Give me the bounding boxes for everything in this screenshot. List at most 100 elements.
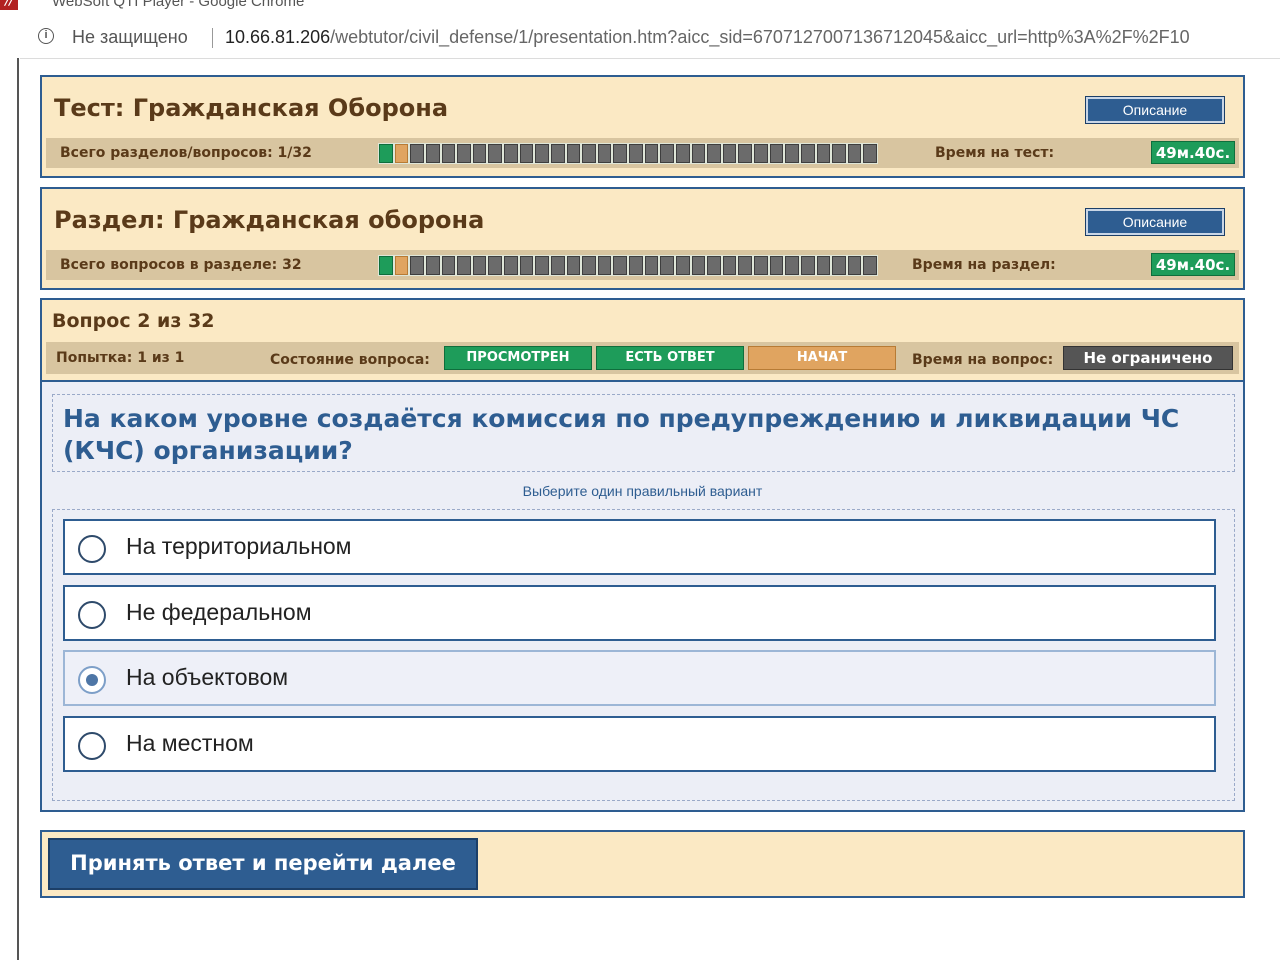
progress-segment bbox=[488, 256, 502, 275]
progress-segment bbox=[566, 256, 581, 275]
progress-segment bbox=[832, 144, 846, 163]
question-body: На каком уровне создаётся комиссия по пр… bbox=[42, 380, 1243, 810]
progress-segment bbox=[504, 144, 518, 163]
progress-segment bbox=[535, 256, 549, 275]
answer-option[interactable]: Не федеральном bbox=[63, 585, 1216, 641]
radio-button-checked[interactable] bbox=[78, 666, 106, 694]
progress-segment bbox=[613, 256, 627, 275]
progress-segment bbox=[785, 144, 799, 163]
test-time-label: Время на тест: bbox=[935, 145, 1055, 161]
progress-segment bbox=[472, 256, 487, 275]
progress-segment bbox=[863, 144, 877, 163]
progress-segment bbox=[754, 144, 768, 163]
section-progress-label: Всего вопросов в разделе: 32 bbox=[60, 257, 302, 273]
app-logo-icon: // bbox=[0, 0, 18, 10]
answer-label: Не федеральном bbox=[126, 599, 312, 625]
progress-segment bbox=[754, 256, 768, 275]
progress-segment bbox=[738, 256, 752, 275]
state-started-badge: НАЧАТ bbox=[748, 346, 896, 370]
progress-segment bbox=[441, 144, 456, 163]
test-panel: Тест: Гражданская Оборона Описание Всего… bbox=[40, 75, 1245, 178]
progress-segment bbox=[691, 256, 706, 275]
state-answered-badge: ЕСТЬ ОТВЕТ bbox=[596, 346, 744, 370]
progress-segment bbox=[504, 256, 518, 275]
test-progress-label: Всего разделов/вопросов: 1/32 bbox=[60, 145, 312, 161]
test-description-button[interactable]: Описание bbox=[1085, 96, 1225, 124]
progress-segment bbox=[597, 144, 612, 163]
progress-segment bbox=[582, 256, 596, 275]
url-host: 10.66.81.206 bbox=[225, 27, 331, 47]
progress-segment bbox=[519, 256, 534, 275]
address-bar[interactable]: i Не защищено 10.66.81.206/webtutor/civi… bbox=[20, 18, 1280, 59]
progress-segment bbox=[535, 144, 549, 163]
progress-segment bbox=[457, 144, 471, 163]
progress-segment bbox=[800, 144, 815, 163]
progress-segment bbox=[785, 256, 799, 275]
question-status-bar: Попытка: 1 из 1 Состояние вопроса: ПРОСМ… bbox=[46, 342, 1239, 374]
radio-button[interactable] bbox=[78, 732, 106, 760]
progress-segment bbox=[816, 144, 831, 163]
progress-segment bbox=[863, 256, 877, 275]
question-panel: Вопрос 2 из 32 Попытка: 1 из 1 Состояние… bbox=[40, 298, 1245, 812]
answer-option[interactable]: На территориальном bbox=[63, 519, 1216, 575]
progress-segment bbox=[722, 144, 737, 163]
progress-segment bbox=[410, 144, 424, 163]
progress-segment bbox=[660, 256, 674, 275]
url-text[interactable]: 10.66.81.206/webtutor/civil_defense/1/pr… bbox=[225, 27, 1190, 48]
question-number: Вопрос 2 из 32 bbox=[52, 310, 215, 332]
address-separator bbox=[212, 28, 213, 48]
window-left-edge bbox=[17, 58, 19, 960]
progress-segment bbox=[441, 256, 456, 275]
security-label[interactable]: Не защищено bbox=[72, 27, 188, 48]
attempt-label: Попытка: 1 из 1 bbox=[56, 350, 185, 366]
progress-segment bbox=[660, 144, 674, 163]
info-icon[interactable]: i bbox=[38, 28, 54, 44]
question-text-box: На каком уровне создаётся комиссия по пр… bbox=[52, 394, 1235, 472]
question-time-label: Время на вопрос: bbox=[912, 352, 1054, 368]
progress-segment bbox=[644, 144, 659, 163]
progress-segment bbox=[613, 144, 627, 163]
progress-segment bbox=[425, 256, 440, 275]
answer-option[interactable]: На местном bbox=[63, 716, 1216, 772]
section-progress-bar: Всего вопросов в разделе: 32 Время на ра… bbox=[46, 250, 1239, 280]
state-viewed-badge: ПРОСМОТРЕН bbox=[444, 346, 592, 370]
section-description-button[interactable]: Описание bbox=[1085, 208, 1225, 236]
progress-segment bbox=[707, 144, 721, 163]
footer-panel: Принять ответ и перейти далее bbox=[40, 830, 1245, 898]
progress-segment bbox=[457, 256, 471, 275]
progress-segment bbox=[816, 256, 831, 275]
progress-segment bbox=[550, 144, 565, 163]
progress-segment bbox=[379, 256, 393, 275]
answer-label: На территориальном bbox=[126, 533, 352, 559]
radio-button[interactable] bbox=[78, 601, 106, 629]
section-title: Раздел: Гражданская оборона bbox=[54, 206, 485, 234]
progress-segment bbox=[379, 144, 393, 163]
progress-segment bbox=[675, 144, 690, 163]
question-text: На каком уровне создаётся комиссия по пр… bbox=[63, 404, 1180, 465]
question-state-label: Состояние вопроса: bbox=[270, 352, 430, 368]
radio-button[interactable] bbox=[78, 535, 106, 563]
section-progress-indicator bbox=[378, 255, 878, 276]
section-timer: 49м.40с. bbox=[1151, 253, 1235, 276]
window-title: WebSoft QTI Player - Google Chrome bbox=[52, 0, 305, 10]
progress-segment bbox=[769, 144, 784, 163]
progress-segment bbox=[394, 256, 409, 275]
progress-segment bbox=[582, 144, 596, 163]
submit-answer-button[interactable]: Принять ответ и перейти далее bbox=[48, 838, 478, 890]
answer-option-selected[interactable]: На объектовом bbox=[63, 650, 1216, 706]
window-titlebar: // WebSoft QTI Player - Google Chrome bbox=[0, 0, 1280, 16]
progress-segment bbox=[425, 144, 440, 163]
progress-segment bbox=[629, 256, 643, 275]
section-panel: Раздел: Гражданская оборона Описание Все… bbox=[40, 187, 1245, 290]
progress-segment bbox=[847, 256, 862, 275]
progress-segment bbox=[410, 256, 424, 275]
test-title: Тест: Гражданская Оборона bbox=[54, 94, 449, 122]
answers-list: На территориальном Не федеральном На объ… bbox=[52, 509, 1235, 801]
progress-segment bbox=[550, 256, 565, 275]
section-time-label: Время на раздел: bbox=[912, 257, 1056, 273]
progress-segment bbox=[847, 144, 862, 163]
progress-segment bbox=[800, 256, 815, 275]
progress-segment bbox=[597, 256, 612, 275]
progress-segment bbox=[675, 256, 690, 275]
progress-segment bbox=[394, 144, 409, 163]
